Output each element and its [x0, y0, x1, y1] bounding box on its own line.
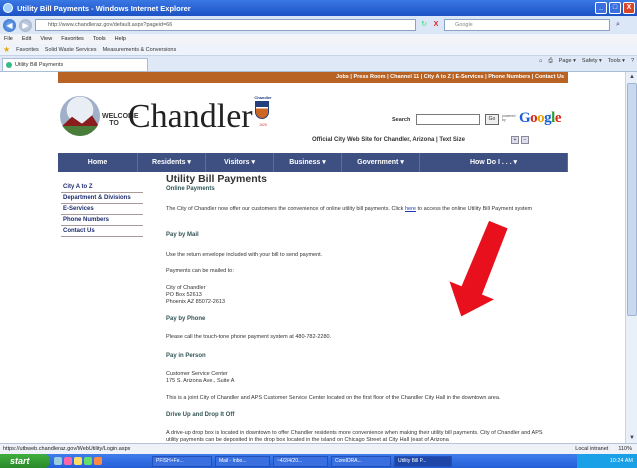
favorites-link-solid-waste[interactable]: Solid Waste Services	[45, 47, 97, 53]
taskbar-item[interactable]: ~4/2/4/20...	[273, 455, 328, 467]
quick-launch-icon[interactable]	[74, 457, 82, 465]
cmd-safety[interactable]: Safety ▾	[582, 58, 602, 65]
window-title: Utility Bill Payments - Windows Internet…	[17, 3, 191, 13]
home-icon[interactable]: ⌂	[539, 58, 542, 65]
refresh-icon[interactable]: ↻	[419, 20, 429, 30]
security-zone: Local intranet	[575, 446, 609, 452]
status-url: https://utbweb.chandleraz.gov/WebUtility…	[3, 446, 131, 452]
search-icon[interactable]: ⌕	[613, 20, 623, 30]
minimize-button[interactable]: _	[595, 2, 607, 14]
search-input[interactable]: Google	[444, 19, 610, 31]
windows-taskbar: start PFISH+Fe... Mail - Inbo... ~4/2/4/…	[0, 454, 637, 468]
status-bar: https://utbweb.chandleraz.gov/WebUtility…	[0, 443, 637, 454]
page-viewport: Jobs | Press Room | Channel 11 | City A …	[0, 72, 625, 443]
taskbar-item-active[interactable]: Utility Bill P...	[394, 455, 452, 467]
red-arrow-annotation	[449, 220, 508, 317]
cmd-tools[interactable]: Tools ▾	[608, 58, 625, 65]
menu-bar: File Edit View Favorites Tools Help	[0, 34, 637, 44]
print-icon[interactable]: ⎙	[548, 58, 552, 65]
favorites-label[interactable]: Favorites	[16, 47, 39, 53]
help-icon[interactable]: ?	[631, 58, 634, 65]
menu-edit[interactable]: Edit	[22, 34, 31, 44]
menu-file[interactable]: File	[4, 34, 13, 44]
scroll-up-icon[interactable]: ▲	[627, 72, 637, 82]
favorites-link-measurements[interactable]: Measurements & Conversions	[103, 47, 177, 53]
taskbar-item[interactable]: CorelDRA...	[331, 455, 391, 467]
tab-label: Utility Bill Payments	[15, 62, 64, 68]
menu-help[interactable]: Help	[115, 34, 126, 44]
quick-launch-icon[interactable]	[84, 457, 92, 465]
quick-launch-icon[interactable]	[54, 457, 62, 465]
taskbar-item[interactable]: Mail - Inbo...	[215, 455, 270, 467]
vertical-scrollbar[interactable]: ▲ ▼	[625, 72, 637, 443]
taskbar-item[interactable]: PFISH+Fe...	[152, 455, 212, 467]
quick-launch-icon[interactable]	[64, 457, 72, 465]
maximize-button[interactable]: □	[609, 2, 621, 14]
quick-launch	[54, 457, 102, 465]
favorites-bar: ★ Favorites Solid Waste Services Measure…	[0, 44, 637, 56]
back-button[interactable]: ◀	[3, 18, 16, 32]
tab-favicon-icon	[6, 62, 12, 68]
command-bar: ⌂ ⎙ Page ▾ Safety ▾ Tools ▾ ?	[539, 58, 634, 65]
close-button[interactable]: X	[623, 2, 635, 14]
cmd-page[interactable]: Page ▾	[559, 58, 576, 65]
url-field[interactable]: http://www.chandleraz.gov/default.aspx?p…	[35, 19, 416, 31]
menu-favorites[interactable]: Favorites	[61, 34, 84, 44]
quick-launch-icon[interactable]	[94, 457, 102, 465]
window-titlebar: Utility Bill Payments - Windows Internet…	[0, 0, 637, 16]
scroll-thumb[interactable]	[627, 83, 637, 316]
system-tray-clock: 10:24 AM	[577, 454, 637, 468]
chandler-site: Jobs | Press Room | Channel 11 | City A …	[58, 72, 568, 443]
ie-app-icon	[3, 3, 13, 13]
favorites-star-icon[interactable]: ★	[3, 45, 10, 54]
stop-icon[interactable]: X	[431, 20, 441, 30]
menu-tools[interactable]: Tools	[93, 34, 106, 44]
tab-utility-bill[interactable]: Utility Bill Payments	[2, 58, 148, 71]
menu-view[interactable]: View	[40, 34, 52, 44]
scroll-down-icon[interactable]: ▼	[627, 433, 637, 443]
address-bar: ◀ ▶ http://www.chandleraz.gov/default.as…	[0, 16, 637, 34]
forward-button[interactable]: ▶	[19, 18, 32, 32]
start-button[interactable]: start	[0, 454, 50, 468]
zoom-level[interactable]: 110%	[618, 444, 632, 454]
